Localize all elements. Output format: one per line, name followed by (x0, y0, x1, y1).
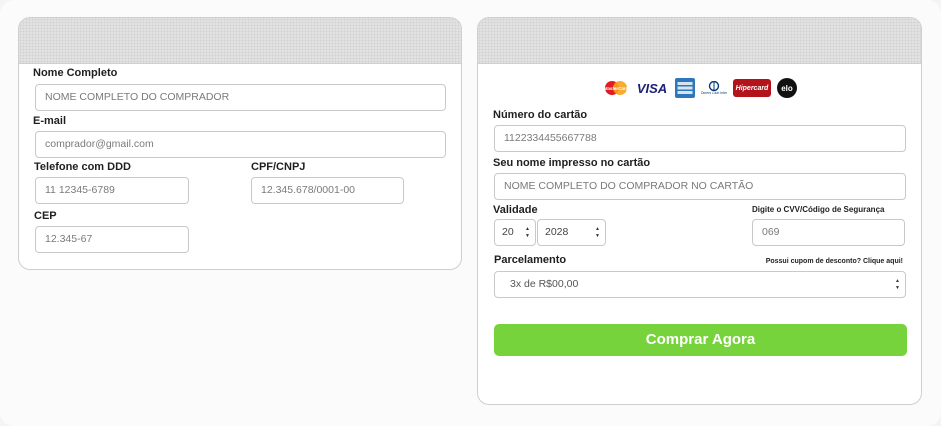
year-value: 2028 (545, 226, 569, 238)
buy-now-button[interactable]: Comprar Agora (494, 324, 907, 356)
month-select[interactable]: 20 ▲ ▼ (494, 219, 536, 246)
mastercard-icon: MasterCard (603, 79, 629, 97)
installments-label: Parcelamento (494, 254, 567, 266)
amex-icon (675, 78, 695, 98)
diners-club-icon: Diners Club International (701, 79, 727, 97)
buyer-panel-header (19, 18, 461, 64)
full-name-input[interactable]: NOME COMPLETO DO COMPRADOR (35, 84, 446, 111)
cvv-input[interactable]: 069 (752, 219, 905, 246)
year-select-arrows-icon: ▲ ▼ (595, 226, 600, 239)
year-select[interactable]: 2028 ▲ ▼ (537, 219, 606, 246)
payment-panel-header (478, 18, 921, 64)
card-name-input[interactable]: NOME COMPLETO DO COMPRADOR NO CARTÃO (494, 173, 906, 200)
email-input[interactable]: comprador@gmail.com (35, 131, 446, 158)
coupon-link[interactable]: Possui cupom de desconto? Clique aqui! (766, 258, 903, 265)
phone-input[interactable]: 11 12345-6789 (35, 177, 189, 204)
card-number-input[interactable]: 1122334455667788 (494, 125, 906, 152)
buyer-info-panel: Nome Completo NOME COMPLETO DO COMPRADOR… (18, 17, 462, 270)
full-name-label: Nome Completo (33, 67, 118, 79)
validity-label: Validade (493, 204, 538, 216)
payment-panel: MasterCard VISA Diners Club Internationa… (477, 17, 922, 405)
cep-label: CEP (34, 210, 57, 222)
svg-text:MasterCard: MasterCard (604, 86, 629, 91)
installments-select-arrows-icon: ▲ ▼ (895, 278, 900, 291)
installments-select[interactable]: 3x de R$00,00 ▲ ▼ (494, 271, 906, 298)
email-label: E-mail (33, 115, 67, 127)
hipercard-icon: Hipercard (733, 79, 771, 97)
cpf-input[interactable]: 12.345.678/0001-00 (251, 177, 404, 204)
month-select-arrows-icon: ▲ ▼ (525, 226, 530, 239)
installments-value: 3x de R$00,00 (510, 278, 579, 290)
visa-icon: VISA (636, 80, 668, 96)
month-value: 20 (502, 226, 514, 238)
card-name-label: Seu nome impresso no cartão (493, 157, 651, 169)
card-brands: MasterCard VISA Diners Club Internationa… (603, 77, 797, 99)
cep-input[interactable]: 12.345-67 (35, 226, 189, 253)
phone-label: Telefone com DDD (34, 161, 131, 173)
elo-icon: elo (777, 78, 797, 98)
card-number-label: Número do cartão (493, 109, 588, 121)
cvv-label: Digite o CVV/Código de Segurança (752, 205, 885, 214)
cpf-label: CPF/CNPJ (251, 161, 306, 173)
